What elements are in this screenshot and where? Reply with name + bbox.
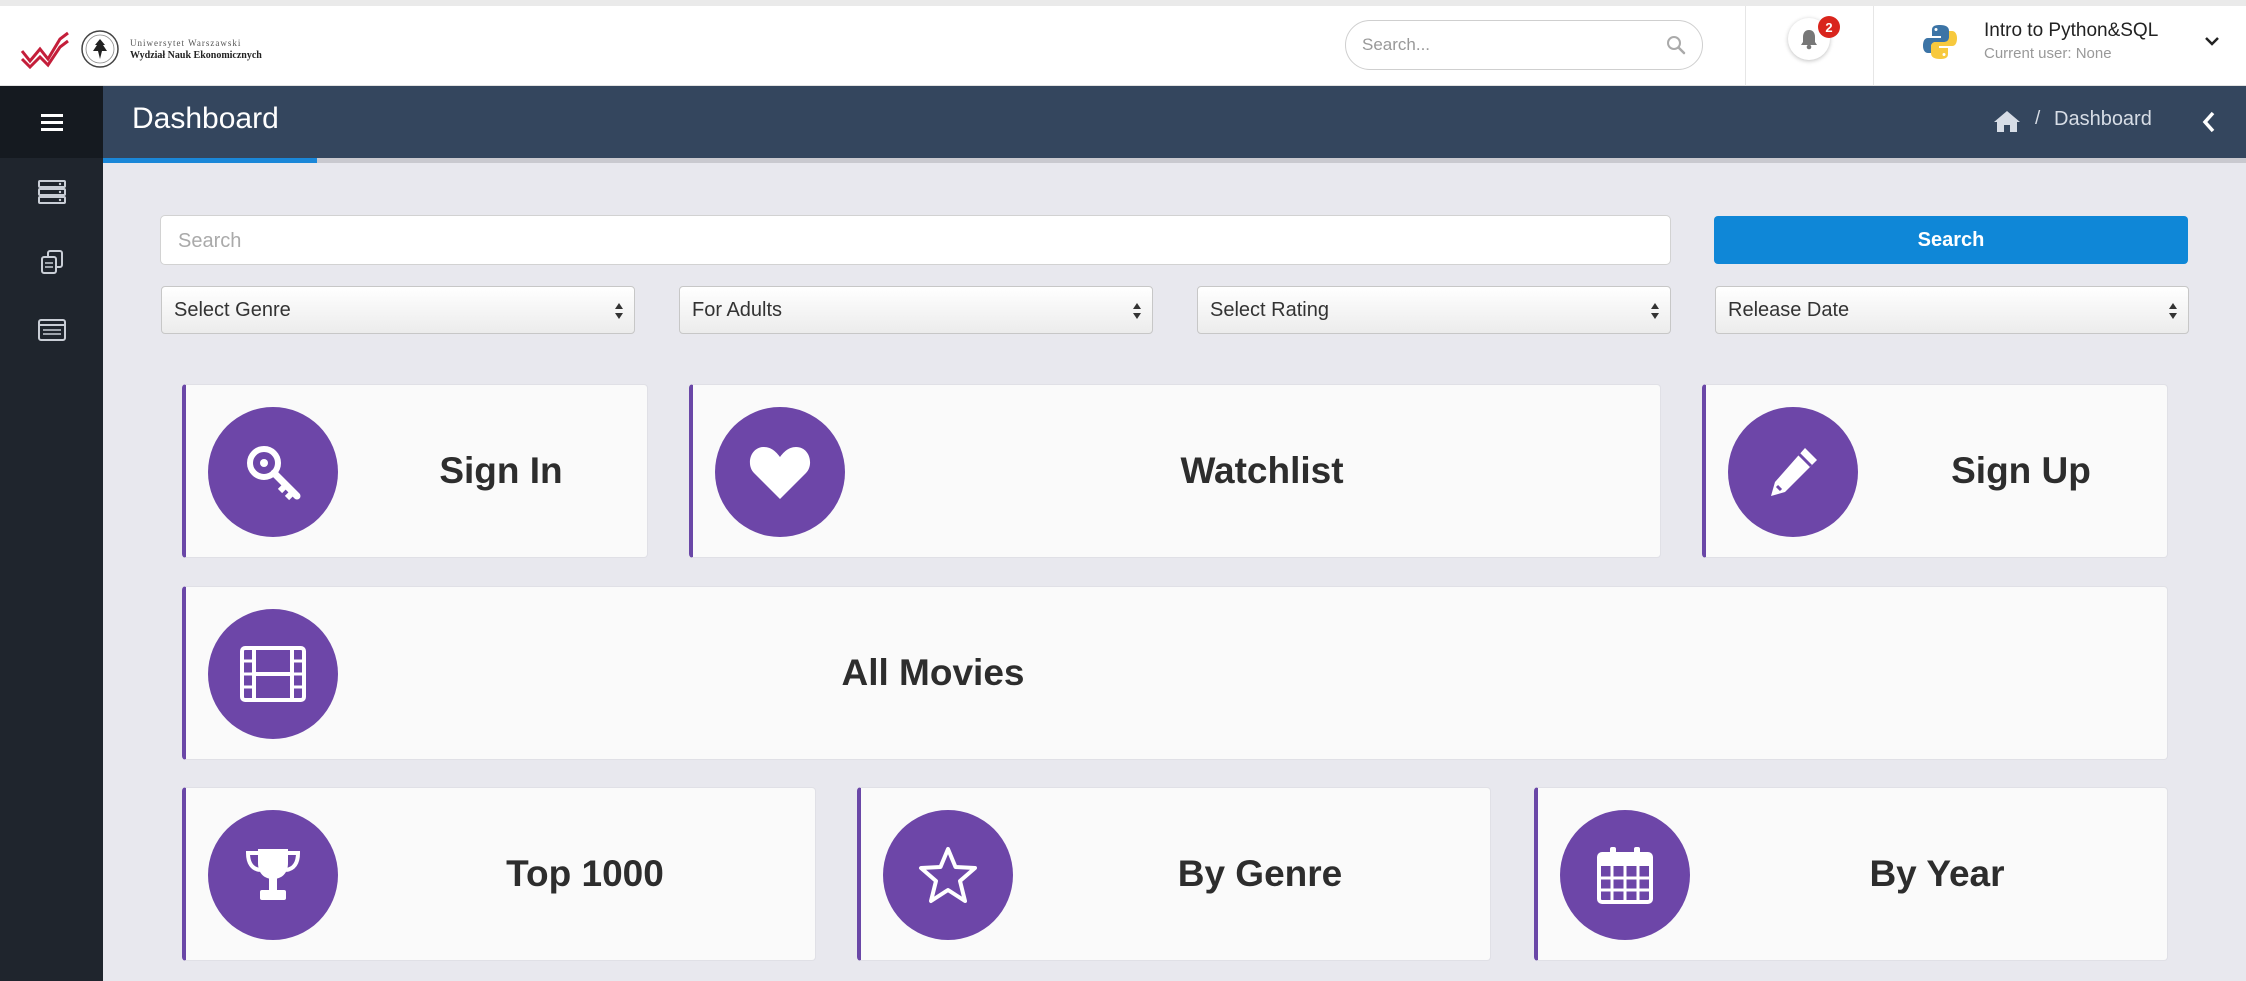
all-movies-card[interactable]: All Movies [182, 586, 2168, 760]
film-icon [240, 646, 306, 702]
list-icon [37, 319, 66, 341]
topbar-divider [1873, 6, 1874, 86]
all-movies-label: All Movies [841, 652, 1025, 693]
sidebar [0, 86, 103, 981]
audience-select[interactable]: For Adults [679, 286, 1153, 334]
pencil-icon [1771, 448, 1817, 496]
notification-count-badge: 2 [1818, 16, 1840, 38]
select-arrows-icon [2169, 303, 2177, 319]
top-search-box [1345, 20, 1703, 70]
top-bar: Uniwersytet Warszawski Wydział Nauk Ekon… [0, 6, 2246, 86]
all-movies-icon-circle [208, 609, 338, 739]
python-logo-icon [1923, 25, 1957, 59]
top-1000-icon-circle [208, 810, 338, 940]
home-icon[interactable] [1993, 109, 2021, 133]
sort-select-value: Release Date [1728, 299, 1850, 321]
by-year-card[interactable]: By Year [1534, 787, 2168, 961]
server-icon [37, 180, 66, 204]
by-year-label: By Year [1869, 853, 2005, 894]
chevron-down-icon[interactable] [2204, 35, 2220, 47]
page-title: Dashboard [132, 102, 279, 135]
sort-select[interactable]: Release Date [1715, 286, 2189, 334]
key-icon [247, 446, 301, 501]
chevron-left-icon[interactable] [2201, 110, 2217, 134]
page-header: Dashboard / Dashboard [103, 86, 2246, 158]
sidebar-item-list[interactable] [0, 302, 103, 358]
by-genre-icon-circle [883, 810, 1013, 940]
trophy-icon [245, 849, 301, 900]
logo-text: Uniwersytet Warszawski Wydział Nauk Ekon… [130, 38, 262, 61]
page-progress-fill [103, 158, 318, 163]
logo-chart-icon [20, 31, 69, 69]
hamburger-menu-icon [40, 114, 63, 131]
genre-select[interactable]: Select Genre [161, 286, 635, 334]
watchlist-card[interactable]: Watchlist [689, 384, 1661, 558]
university-logo[interactable]: Uniwersytet Warszawski Wydział Nauk Ekon… [20, 24, 262, 74]
sign-up-label: Sign Up [1951, 450, 2091, 491]
sign-in-card[interactable]: Sign In [182, 384, 648, 558]
calendar-icon [1597, 847, 1653, 904]
breadcrumb-separator: / [2035, 108, 2041, 129]
current-user-label: Current user: None [1984, 45, 2112, 62]
logo-university-name: Uniwersytet Warszawski [130, 37, 242, 48]
breadcrumb-current: Dashboard [2054, 108, 2152, 130]
heart-icon [749, 447, 811, 499]
logo-faculty-name: Wydział Nauk Ekonomicznych [130, 49, 262, 61]
sign-in-icon-circle [208, 407, 338, 537]
by-year-icon-circle [1560, 810, 1690, 940]
by-genre-label: By Genre [1177, 853, 1343, 894]
top-1000-card[interactable]: Top 1000 [182, 787, 816, 961]
copy-icon [40, 250, 63, 274]
select-arrows-icon [1651, 303, 1659, 319]
watchlist-icon-circle [715, 407, 845, 537]
bell-icon [1801, 30, 1817, 50]
genre-select-value: Select Genre [174, 299, 291, 321]
top-search-input[interactable] [1362, 31, 1652, 59]
select-arrows-icon [1133, 303, 1141, 319]
rating-select[interactable]: Select Rating [1197, 286, 1671, 334]
search-button[interactable]: Search [1714, 216, 2188, 264]
top-1000-label: Top 1000 [506, 853, 664, 894]
search-icon[interactable] [1666, 35, 1686, 55]
audience-select-value: For Adults [692, 299, 783, 321]
menu-toggle-button[interactable] [0, 86, 103, 158]
sidebar-item-server[interactable] [0, 164, 103, 220]
sign-in-label: Sign In [439, 450, 563, 491]
star-icon [919, 847, 977, 903]
movie-search-input[interactable] [178, 227, 1648, 255]
movie-search-box [160, 215, 1671, 265]
course-title[interactable]: Intro to Python&SQL [1984, 20, 2158, 42]
university-seal-icon [81, 30, 119, 68]
app-root: Uniwersytet Warszawski Wydział Nauk Ekon… [0, 0, 2246, 981]
page-progress-bar [103, 158, 2246, 163]
rating-select-value: Select Rating [1210, 299, 1329, 321]
by-genre-card[interactable]: By Genre [857, 787, 1491, 961]
topbar-divider [1745, 6, 1746, 86]
watchlist-label: Watchlist [1180, 450, 1344, 491]
select-arrows-icon [615, 303, 623, 319]
sign-up-card[interactable]: Sign Up [1702, 384, 2168, 558]
sign-up-icon-circle [1728, 407, 1858, 537]
sidebar-item-copy[interactable] [0, 234, 103, 290]
